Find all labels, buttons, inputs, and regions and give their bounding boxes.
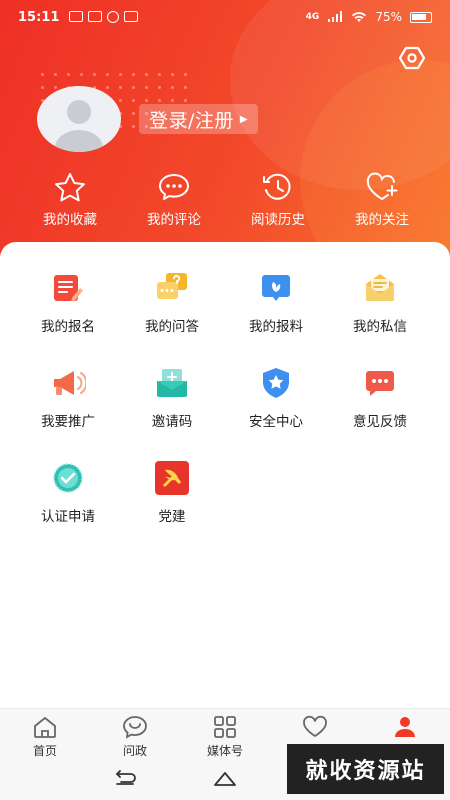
settings-icon <box>399 46 425 70</box>
menu-item-label: 我要推广 <box>41 414 95 430</box>
qa-icon <box>157 273 187 299</box>
menu-item-feedback[interactable]: 意见反馈 <box>328 365 432 430</box>
status-right: 4G 75% <box>306 10 432 24</box>
quick-link-favorites[interactable]: 我的收藏 <box>18 172 122 232</box>
chat-icon <box>123 716 147 739</box>
clock-notification-icon <box>107 11 120 23</box>
quick-link-label: 我的关注 <box>355 212 409 228</box>
quick-link-following[interactable]: 我的关注 <box>330 172 434 232</box>
quick-link-label: 阅读历史 <box>251 212 305 228</box>
shield-icon <box>263 368 289 398</box>
menu-item-label: 党建 <box>158 509 186 525</box>
login-register-button[interactable]: 登录/注册 ▶ <box>139 104 259 134</box>
star-icon <box>55 173 85 202</box>
menu-grid: 我的报名 我的问答 我的报料 我的私信 我要推广 邀请码 安全中心 意见反馈 认… <box>16 270 434 525</box>
megaphone-icon <box>54 371 86 395</box>
feedback-icon <box>366 371 394 396</box>
verify-icon <box>53 463 83 493</box>
play-arrow-icon: ▶ <box>239 113 249 125</box>
signup-icon <box>54 275 83 302</box>
party-icon <box>155 461 189 495</box>
mail-icon <box>366 274 394 301</box>
status-time: 15:11 <box>18 9 60 25</box>
menu-item-verification[interactable]: 认证申请 <box>16 460 120 525</box>
menu-item-party-building[interactable]: 党建 <box>120 460 224 525</box>
report-icon <box>262 275 290 301</box>
login-register-label: 登录/注册 <box>149 109 234 132</box>
heart-plus-icon <box>366 172 398 200</box>
invite-icon <box>157 369 187 397</box>
menu-item-report[interactable]: 我的报料 <box>224 270 328 335</box>
menu-item-label: 意见反馈 <box>353 414 407 430</box>
signal-icon <box>328 11 343 22</box>
quick-link-comments[interactable]: 我的评论 <box>122 172 226 232</box>
grid-icon <box>214 716 236 738</box>
mail-notification-icon <box>88 11 103 22</box>
tab-home[interactable]: 首页 <box>0 709 90 760</box>
default-avatar-icon <box>55 100 103 152</box>
home-nav-icon[interactable] <box>212 770 238 788</box>
menu-item-label: 我的问答 <box>145 319 199 335</box>
settings-button[interactable] <box>398 44 426 72</box>
tab-wenzheng[interactable]: 问政 <box>90 709 180 760</box>
quick-link-label: 我的收藏 <box>43 212 97 228</box>
menu-item-label: 我的报名 <box>41 319 95 335</box>
avatar[interactable] <box>37 86 121 152</box>
network-label: 4G <box>305 12 320 22</box>
menu-item-label: 我的私信 <box>353 319 407 335</box>
battery-percent: 75% <box>375 10 402 24</box>
heart-icon <box>303 715 327 738</box>
quick-link-label: 我的评论 <box>147 212 201 228</box>
menu-item-qa[interactable]: 我的问答 <box>120 270 224 335</box>
tab-label: 首页 <box>32 744 57 758</box>
battery-icon <box>410 11 432 23</box>
menu-item-invite[interactable]: 邀请码 <box>120 365 224 430</box>
quick-link-history[interactable]: 阅读历史 <box>226 172 330 232</box>
history-icon <box>263 173 291 200</box>
watermark: 就收资源站 <box>287 744 444 794</box>
menu-item-label: 邀请码 <box>151 414 193 430</box>
menu-panel: 我的报名 我的问答 我的报料 我的私信 我要推广 邀请码 安全中心 意见反馈 认… <box>0 242 450 708</box>
notification-icon <box>69 11 84 22</box>
quick-links: 我的收藏 我的评论 阅读历史 我的关注 <box>0 172 450 232</box>
menu-item-label: 认证申请 <box>41 509 95 525</box>
user-icon <box>395 717 415 737</box>
menu-item-messages[interactable]: 我的私信 <box>328 270 432 335</box>
menu-item-label: 安全中心 <box>249 414 303 430</box>
wifi-icon <box>352 12 367 22</box>
home-icon <box>34 717 56 738</box>
menu-item-signup[interactable]: 我的报名 <box>16 270 120 335</box>
menu-item-label: 我的报料 <box>249 319 303 335</box>
tab-label: 媒体号 <box>206 744 243 758</box>
status-bar: 15:11 4G 75% <box>0 0 450 34</box>
back-nav-icon[interactable] <box>113 770 137 788</box>
tab-media[interactable]: 媒体号 <box>180 709 270 760</box>
notification-icons <box>69 11 139 23</box>
menu-item-security[interactable]: 安全中心 <box>224 365 328 430</box>
menu-item-promote[interactable]: 我要推广 <box>16 365 120 430</box>
message-notification-icon <box>124 11 139 22</box>
tab-label: 问政 <box>122 744 147 758</box>
comment-icon <box>159 174 189 200</box>
